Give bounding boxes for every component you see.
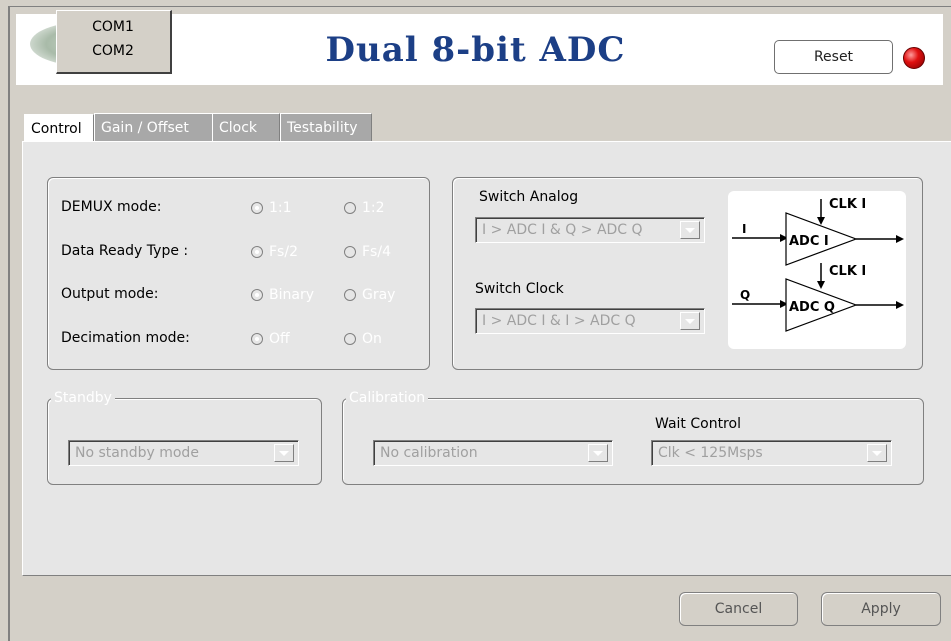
input-i-label: I [742,222,746,236]
arrow-icon [896,235,904,243]
radio-dot [251,246,263,258]
output-mode-radio-binary[interactable]: Binary [251,287,314,303]
clk-q-label: CLK I [829,264,866,279]
cancel-button[interactable]: Cancel [679,592,798,626]
standby-select[interactable]: No standby mode [68,440,299,466]
com-port-menu: COM1 COM2 [56,10,172,74]
chevron-down-icon[interactable] [274,444,294,462]
radio-label: Fs/4 [362,244,391,260]
switch-clock-label: Switch Clock [475,281,564,297]
calibration-value: No calibration [380,445,478,461]
arrow-icon [896,301,904,309]
adc-i-label: ADC I [789,234,829,249]
arrow-icon [817,217,825,225]
demux-radio-1-2[interactable]: 1:2 [344,200,385,216]
menu-item-com2[interactable]: COM2 [57,43,169,59]
switch-clock-select[interactable]: I > ADC I & I > ADC Q [475,308,705,334]
reset-button[interactable]: Reset [774,40,893,74]
radio-label: 1:1 [269,200,292,216]
clk-i-label: CLK I [829,197,866,212]
switch-analog-label: Switch Analog [479,189,579,205]
apply-button[interactable]: Apply [821,592,941,626]
wait-control-select[interactable]: Clk < 125Msps [651,440,892,466]
menu-item-com1[interactable]: COM1 [57,19,169,35]
decimation-mode-label: Decimation mode: [61,330,190,346]
chevron-down-icon[interactable] [588,444,608,462]
data-ready-radio-fs4[interactable]: Fs/4 [344,244,391,260]
radio-dot [251,202,263,214]
calibration-legend: Calibration [346,390,429,406]
data-ready-radio-fs2[interactable]: Fs/2 [251,244,298,260]
chevron-down-icon[interactable] [867,444,887,462]
radio-dot [251,333,263,345]
standby-group: Standby No standby mode [47,390,322,485]
status-led [903,47,925,69]
wait-control-label: Wait Control [655,416,741,432]
calibration-group: Calibration No calibration Wait Control … [342,390,924,485]
decimation-radio-on[interactable]: On [344,331,382,347]
standby-legend: Standby [51,390,115,406]
output-mode-label: Output mode: [61,286,159,302]
radio-dot [344,289,356,301]
radio-dot [344,202,356,214]
demux-radio-1-1[interactable]: 1:1 [251,200,292,216]
tab-testability[interactable]: Testability [280,113,372,141]
adc-routing-diagram: CLK I I ADC I CLK I Q ADC Q [728,191,906,349]
demux-mode-label: DEMUX mode: [61,199,162,215]
radio-label: Fs/2 [269,244,298,260]
switch-clock-value: I > ADC I & I > ADC Q [482,313,636,329]
radio-dot [344,246,356,258]
switch-analog-value: I > ADC I & Q > ADC Q [482,222,643,238]
modes-group: DEMUX mode: Data Ready Type : Output mod… [47,177,430,370]
arrow-icon [817,281,825,289]
radio-label: 1:2 [362,200,385,216]
radio-label: Binary [269,287,314,303]
tab-clock[interactable]: Clock [212,113,280,141]
radio-dot [251,289,263,301]
output-mode-radio-gray[interactable]: Gray [344,287,395,303]
adc-diagram-svg: CLK I I ADC I CLK I Q ADC Q [732,197,904,332]
wait-control-value: Clk < 125Msps [658,445,763,461]
chevron-down-icon[interactable] [680,312,700,330]
radio-dot [344,333,356,345]
decimation-radio-off[interactable]: Off [251,331,290,347]
calibration-select[interactable]: No calibration [373,440,613,466]
adc-q-label: ADC Q [789,300,835,315]
radio-label: Gray [362,287,396,303]
data-ready-type-label: Data Ready Type : [61,243,189,259]
input-q-label: Q [740,288,750,302]
tab-control[interactable]: Control [24,114,94,144]
radio-label: Off [269,331,290,347]
chevron-down-icon[interactable] [680,221,700,239]
radio-label: On [362,331,382,347]
switch-analog-select[interactable]: I > ADC I & Q > ADC Q [475,217,705,243]
standby-value: No standby mode [75,445,199,461]
